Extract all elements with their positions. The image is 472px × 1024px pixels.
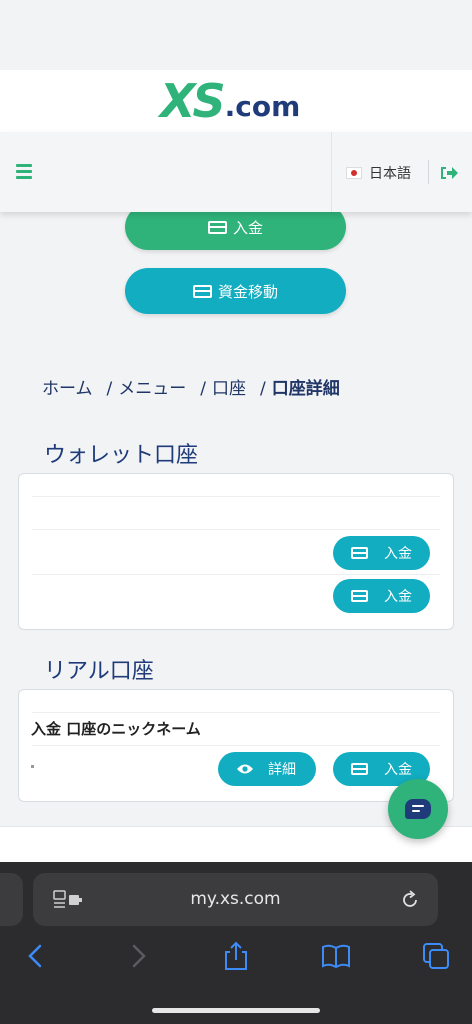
logo-suffix: .com (224, 90, 301, 123)
deposit-label: 入金 (384, 589, 412, 605)
chat-button[interactable] (388, 779, 448, 839)
real-accounts-card: 入金 口座のニックネーム 詳細 入金 (18, 689, 454, 802)
eye-icon (237, 764, 253, 774)
bookmarks-icon[interactable] (320, 940, 352, 972)
logo-bar: XS .com (0, 70, 472, 132)
address-bar[interactable]: my.xs.com (33, 873, 438, 926)
breadcrumb-menu[interactable]: メニュー (118, 379, 186, 399)
divider (32, 529, 440, 530)
credit-card-icon (207, 220, 227, 234)
chat-icon (405, 799, 431, 819)
table-header: 入金 口座のニックネーム (31, 720, 201, 738)
deposit-label: 入金 (384, 762, 412, 778)
details-label: 詳細 (268, 762, 296, 778)
breadcrumb: ホーム / メニュー / 口座 / 口座詳細 (42, 379, 340, 399)
details-button[interactable]: 詳細 (218, 752, 316, 786)
share-icon[interactable] (220, 940, 252, 972)
credit-card-icon (192, 284, 212, 298)
nav-divider (428, 160, 429, 184)
tabs-icon[interactable] (420, 940, 452, 972)
credit-card-icon (351, 547, 368, 559)
back-icon[interactable] (20, 940, 52, 972)
deposit-label: 入金 (232, 218, 263, 237)
transfer-label: 資金移動 (217, 282, 278, 301)
japan-flag-icon (346, 167, 362, 179)
language-selector[interactable]: 日本語 (346, 162, 411, 184)
divider (32, 745, 440, 746)
top-nav: 日本語 (0, 132, 472, 212)
logout-icon[interactable] (440, 165, 458, 181)
url-text: my.xs.com (190, 889, 281, 909)
real-section-title: リアル口座 (44, 659, 154, 684)
divider (32, 496, 440, 497)
credit-card-icon (351, 590, 368, 602)
wallet-accounts-card: 入金 入金 (18, 473, 454, 630)
deposit-label: 入金 (384, 546, 412, 562)
wallet-deposit-button[interactable]: 入金 (333, 579, 430, 613)
breadcrumb-home[interactable]: ホーム (42, 379, 93, 399)
reload-icon[interactable] (399, 889, 421, 911)
language-label: 日本語 (369, 166, 411, 182)
divider (32, 574, 440, 575)
wallet-deposit-button[interactable]: 入金 (333, 536, 430, 570)
previous-tab[interactable] (0, 873, 23, 926)
divider (32, 712, 440, 713)
forward-icon[interactable] (122, 940, 154, 972)
status-bar (0, 0, 472, 70)
wallet-section-title: ウォレット口座 (44, 443, 199, 468)
breadcrumb-accounts[interactable]: 口座 (212, 379, 246, 399)
transfer-button[interactable]: 資金移動 (125, 268, 346, 314)
xs-logo[interactable]: XS .com (160, 78, 300, 124)
credit-card-icon (351, 763, 368, 775)
breadcrumb-current: 口座詳細 (271, 379, 340, 399)
home-indicator (152, 1008, 320, 1013)
row-marker (31, 765, 34, 768)
nav-divider (331, 132, 332, 212)
hamburger-icon[interactable] (16, 164, 32, 179)
logo-mark: XS (160, 74, 226, 128)
